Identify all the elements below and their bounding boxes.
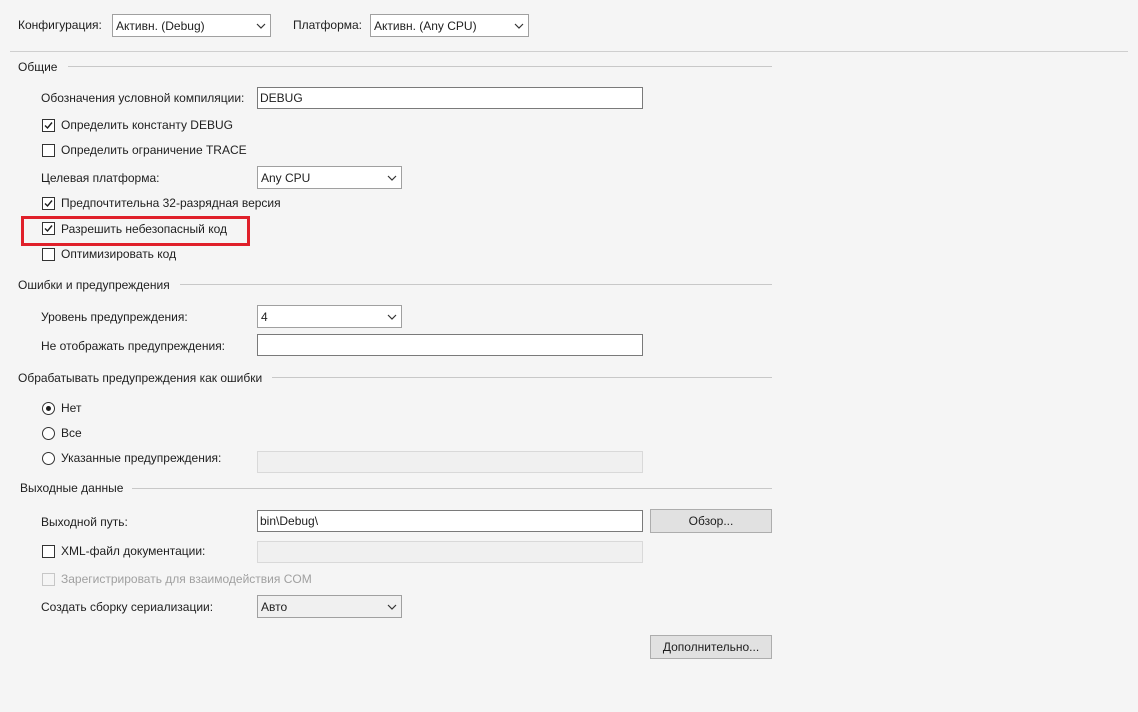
allow-unsafe-code-label: Разрешить небезопасный код [61,222,228,236]
checkmark-icon [44,225,53,233]
xml-doc-input[interactable] [257,541,643,563]
treat-warnings-section-header: Обрабатывать предупреждения как ошибки [18,371,263,385]
conditional-symbols-label: Обозначения условной компиляции: [41,91,245,105]
serialization-value: Авто [261,599,288,614]
output-path-label: Выходной путь: [41,515,128,529]
target-platform-label: Целевая платформа: [41,171,160,185]
optimize-code-label: Оптимизировать код [61,247,177,261]
treat-warnings-all-radio[interactable] [42,427,55,440]
warning-level-combobox[interactable]: 4 [257,305,402,328]
checkmark-icon [44,200,53,208]
target-platform-value: Any CPU [261,170,311,185]
configuration-label: Конфигурация: [18,18,102,32]
chevron-down-icon [383,306,401,327]
prefer-32bit-label: Предпочтительна 32-разрядная версия [61,196,281,210]
chevron-down-icon [252,15,270,36]
general-section-header: Общие [18,60,58,74]
suppress-warnings-label: Не отображать предупреждения: [41,339,226,353]
optimize-code-checkbox[interactable] [42,248,55,261]
define-trace-checkbox[interactable] [42,144,55,157]
treat-warnings-none-radio[interactable] [42,402,55,415]
define-trace-label: Определить ограничение TRACE [61,143,247,157]
specific-warnings-input[interactable] [257,451,643,473]
configuration-value: Активн. (Debug) [116,18,205,33]
prefer-32bit-checkbox[interactable] [42,197,55,210]
treat-warnings-specific-radio[interactable] [42,452,55,465]
treat-warnings-section-line [272,377,772,378]
chevron-down-icon [383,167,401,188]
platform-value: Активн. (Any CPU) [374,18,477,33]
target-platform-combobox[interactable]: Any CPU [257,166,402,189]
serialization-label: Создать сборку сериализации: [41,600,214,614]
xml-doc-checkbox[interactable] [42,545,55,558]
treat-warnings-all-label: Все [61,426,82,440]
errors-section-header: Ошибки и предупреждения [18,278,170,292]
checkmark-icon [44,122,53,130]
suppress-warnings-input[interactable] [257,334,643,356]
top-separator [10,51,1128,52]
advanced-button[interactable]: Дополнительно... [650,635,772,659]
register-com-checkbox[interactable] [42,573,55,586]
serialization-combobox[interactable]: Авто [257,595,402,618]
configuration-combobox[interactable]: Активн. (Debug) [112,14,271,37]
errors-section-line [180,284,772,285]
treat-warnings-specific-label: Указанные предупреждения: [61,451,222,465]
warning-level-value: 4 [261,309,268,324]
platform-label: Платформа: [293,18,363,32]
register-com-label: Зарегистрировать для взаимодействия COM [61,572,312,586]
output-section-header: Выходные данные [20,481,124,495]
platform-combobox[interactable]: Активн. (Any CPU) [370,14,529,37]
define-debug-checkbox[interactable] [42,119,55,132]
warning-level-label: Уровень предупреждения: [41,310,188,324]
browse-button[interactable]: Обзор... [650,509,772,533]
radio-selected-dot [46,406,51,411]
allow-unsafe-code-checkbox[interactable] [42,222,55,235]
general-section-line [68,66,772,67]
conditional-symbols-input[interactable]: DEBUG [257,87,643,109]
output-path-input[interactable]: bin\Debug\ [257,510,643,532]
xml-doc-label: XML-файл документации: [61,544,206,558]
output-section-line [132,488,772,489]
treat-warnings-none-label: Нет [61,401,82,415]
define-debug-label: Определить константу DEBUG [61,118,233,132]
chevron-down-icon [383,596,401,617]
chevron-down-icon [510,15,528,36]
